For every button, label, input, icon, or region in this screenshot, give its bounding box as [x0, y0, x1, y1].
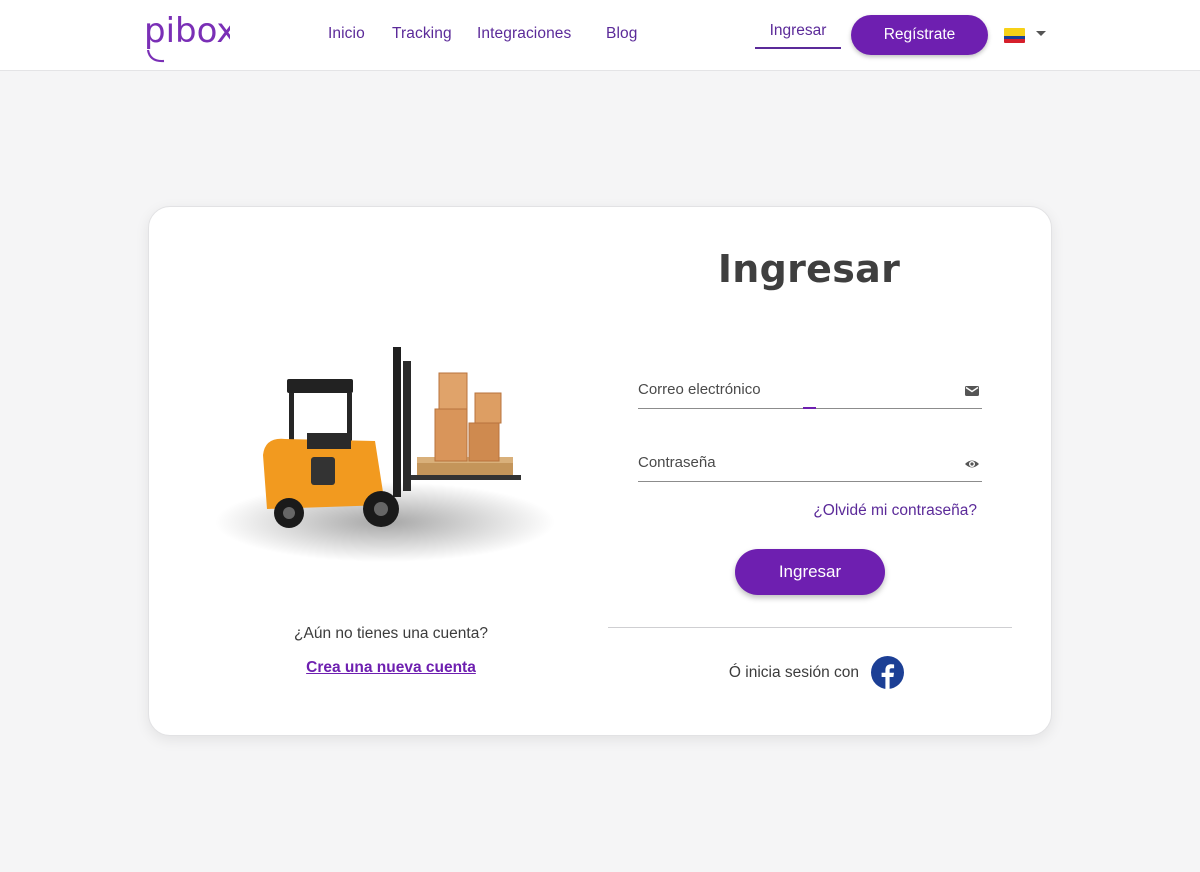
nav-link-blog[interactable]: Blog — [606, 25, 637, 43]
nav-link-inicio[interactable]: Inicio — [328, 25, 365, 43]
password-field-label: Contraseña — [638, 454, 716, 471]
pibox-logo[interactable]: pibox — [144, 12, 230, 64]
chevron-down-icon[interactable] — [1036, 31, 1046, 36]
email-field-label: Correo electrónico — [638, 381, 761, 398]
logo-text: pibox — [144, 12, 230, 51]
focus-indicator — [803, 407, 816, 409]
login-submit-button[interactable]: Ingresar — [735, 549, 885, 595]
forklift-illustration — [215, 347, 555, 562]
nav-link-integraciones[interactable]: Integraciones — [477, 25, 571, 43]
top-navbar: pibox Inicio Tracking Integraciones Blog… — [0, 0, 1200, 71]
no-account-text: ¿Aún no tienes una cuenta? — [294, 625, 488, 642]
divider — [608, 627, 1012, 628]
nav-link-tracking[interactable]: Tracking — [392, 25, 452, 43]
email-field[interactable]: Correo electrónico — [638, 379, 982, 409]
eye-icon[interactable] — [964, 456, 980, 472]
nav-login-tab[interactable]: Ingresar — [755, 22, 841, 49]
page-title: Ingresar — [717, 247, 901, 291]
facebook-icon[interactable] — [871, 656, 904, 689]
forgot-password-link[interactable]: ¿Olvidé mi contraseña? — [749, 502, 977, 520]
mail-icon — [965, 386, 979, 396]
social-login-text: Ó inicia sesión con — [728, 664, 859, 681]
colombia-flag-icon[interactable] — [1004, 28, 1025, 43]
register-button[interactable]: Regístrate — [851, 15, 988, 55]
create-account-link[interactable]: Crea una nueva cuenta — [149, 659, 633, 677]
login-card: ¿Aún no tienes una cuenta? Crea una nuev… — [148, 206, 1052, 736]
password-field[interactable]: Contraseña — [638, 452, 982, 482]
